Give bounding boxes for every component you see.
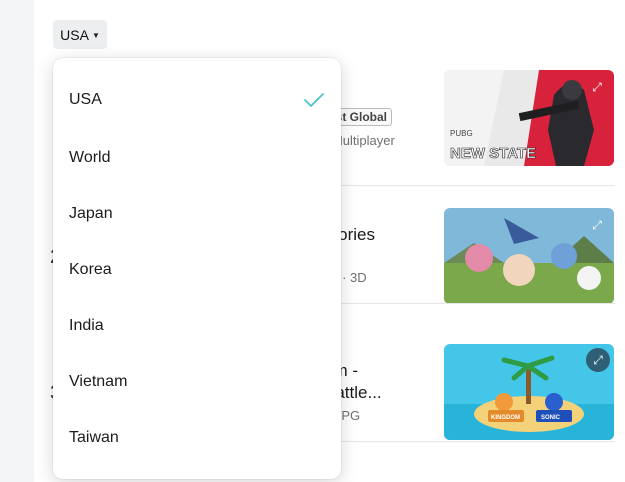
option-label: USA xyxy=(69,91,102,108)
dropdown-option-korea[interactable]: Korea xyxy=(53,242,341,298)
caret-down-icon: ▼ xyxy=(91,30,100,40)
dropdown-option-india[interactable]: India xyxy=(53,298,341,354)
left-rail xyxy=(0,0,34,482)
dropdown-option-taiwan[interactable]: Taiwan xyxy=(53,410,341,466)
check-icon xyxy=(304,93,324,107)
option-label: Taiwan xyxy=(69,429,119,446)
dropdown-option-japan[interactable]: Japan xyxy=(53,186,341,242)
game-thumbnail[interactable]: ⤢ xyxy=(444,208,614,304)
option-label: Vietnam xyxy=(69,373,128,390)
country-select-button[interactable]: USA ▼ xyxy=(53,20,107,49)
thumb-label-left: KINGDOM xyxy=(491,415,520,421)
dropdown-option-usa[interactable]: USA xyxy=(53,72,341,128)
thumb-sublabel: PUBG xyxy=(450,129,473,138)
game-thumbnail[interactable]: PUBG NEW STATE ⤢ xyxy=(444,70,614,166)
country-select-label: USA xyxy=(60,26,89,43)
expand-icon[interactable]: ⤢ xyxy=(588,216,606,234)
expand-icon[interactable]: ⤢ xyxy=(588,78,606,96)
option-label: Japan xyxy=(69,205,113,222)
expand-icon[interactable]: ⤢ xyxy=(586,348,610,372)
game-thumbnail[interactable]: KINGDOM SONIC ⤢ xyxy=(444,344,614,440)
dropdown-option-vietnam[interactable]: Vietnam xyxy=(53,354,341,410)
option-label: World xyxy=(69,149,111,166)
thumb-label-right: SONIC xyxy=(541,415,561,421)
thumb-label: NEW STATE xyxy=(450,145,536,162)
dropdown-option-world[interactable]: World xyxy=(53,130,341,186)
option-label: Korea xyxy=(69,261,112,278)
option-label: India xyxy=(69,317,104,334)
country-dropdown-menu: USA World Japan Korea India Vietnam Taiw… xyxy=(53,58,341,479)
